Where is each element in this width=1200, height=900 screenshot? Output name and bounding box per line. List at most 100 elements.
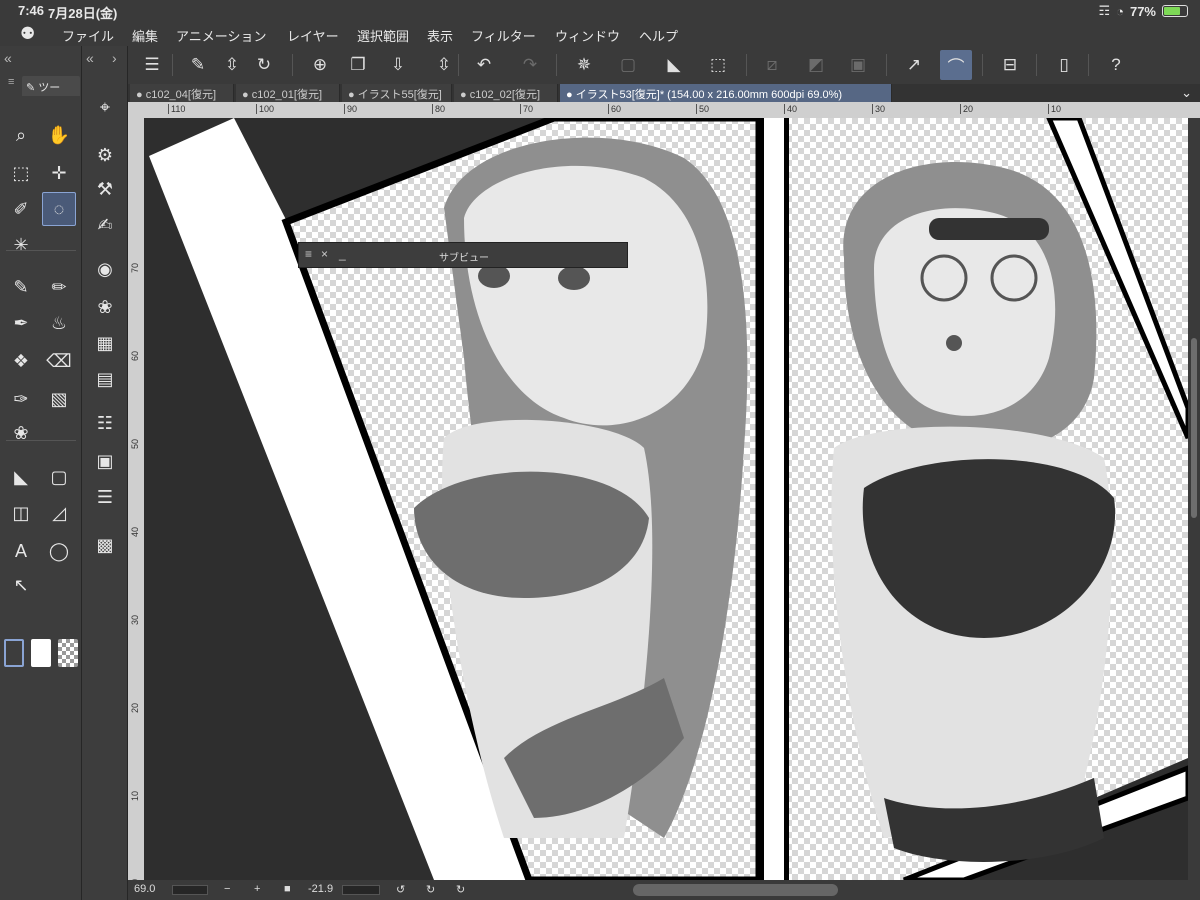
brush-size-icon[interactable]: ✍	[88, 208, 122, 242]
eraser-tool-icon[interactable]: ⌫	[42, 344, 76, 378]
undo-icon[interactable]: ↶	[468, 50, 500, 80]
airbrush-tool-icon[interactable]: ♨	[42, 306, 76, 340]
rotate-left-icon[interactable]: ↺	[396, 883, 405, 896]
figure-tool-icon[interactable]: ▢	[42, 460, 76, 494]
drawing-canvas[interactable]: ≡ × _ サブビュー	[144, 118, 1188, 880]
layer-search-icon[interactable]: ☷	[88, 406, 122, 440]
menu-selection[interactable]: 選択範囲	[357, 26, 409, 45]
hand-tool-icon[interactable]: ✋	[42, 118, 76, 152]
gradient-tool-icon[interactable]: ▧	[42, 382, 76, 416]
color-mix-icon[interactable]: ❀	[88, 290, 122, 324]
tab-document[interactable]: ● c102_01[復元]	[236, 84, 340, 102]
invert-selection-icon[interactable]: ◩	[800, 50, 832, 80]
subview-close-icon[interactable]: ×	[321, 247, 328, 261]
tool-property-icon[interactable]: ⚒	[88, 172, 122, 206]
menu-edit[interactable]: 編集	[132, 26, 158, 45]
timeline-icon[interactable]: ▤	[88, 362, 122, 396]
transform-icon[interactable]: ⬚	[702, 50, 734, 80]
fill-icon[interactable]: ◣	[658, 50, 690, 80]
color-circle-icon[interactable]: ◉	[88, 252, 122, 286]
save-updown-icon[interactable]: ⇳	[428, 50, 460, 80]
blur-tool-icon[interactable]: ❀	[4, 416, 38, 450]
auto-select-tool-icon[interactable]: ✳	[4, 228, 38, 262]
rotation-value[interactable]: -21.9	[308, 883, 333, 895]
tab-document[interactable]: ● イラスト55[復元]	[342, 84, 452, 102]
pen-tool-icon[interactable]: ✎	[4, 270, 38, 304]
quick-access-updown-icon[interactable]: ⇳	[216, 50, 248, 80]
rotate-canvas-icon[interactable]: ↻	[248, 50, 280, 80]
collapse-panel-icon[interactable]: «	[4, 50, 12, 66]
pencil-tool-icon[interactable]: ✏	[42, 270, 76, 304]
history-icon[interactable]: ▣	[88, 444, 122, 478]
app-logo-icon[interactable]: ⚉	[20, 24, 35, 44]
zoom-value[interactable]: 69.0	[134, 883, 155, 895]
menu-layer[interactable]: レイヤー	[287, 26, 339, 45]
save-icon[interactable]: ⇩	[382, 50, 414, 80]
frame-border-tool-icon[interactable]: ◫	[4, 496, 38, 530]
balloon-tool-icon[interactable]: ◯	[42, 534, 76, 568]
loading-icon[interactable]: ✵	[568, 50, 600, 80]
tab-overflow-chevron-icon[interactable]: ⌄	[1181, 85, 1192, 101]
snap-ruler-icon[interactable]: ↗	[898, 50, 930, 80]
eyedropper-tool-icon[interactable]: ✐	[4, 192, 38, 226]
collapse-panel-icon[interactable]: «	[86, 50, 94, 66]
right-character-illustration	[831, 162, 1116, 862]
reset-rotation-icon[interactable]: ↻	[456, 883, 465, 896]
fill-tool-icon[interactable]: ◣	[4, 460, 38, 494]
expand-panel-icon[interactable]: ›	[112, 50, 117, 66]
materials-icon[interactable]: ▩	[88, 528, 122, 562]
subview-menu-icon[interactable]: ≡	[305, 247, 312, 261]
redo-icon[interactable]: ↷	[514, 50, 546, 80]
fit-button[interactable]: ■	[284, 883, 291, 895]
smartphone-icon[interactable]: ▯	[1048, 50, 1080, 80]
menu-view[interactable]: 表示	[427, 26, 453, 45]
tab-document[interactable]: ● c102_02[復元]	[454, 84, 558, 102]
quick-access-icon[interactable]: ✎	[182, 50, 214, 80]
snap-grid-icon[interactable]: ⊟	[994, 50, 1026, 80]
move-tool-icon[interactable]: ✛	[42, 156, 76, 190]
layers-icon[interactable]: ☰	[88, 480, 122, 514]
blend-tool-icon[interactable]: ✑	[4, 382, 38, 416]
zoom-in-button[interactable]: +	[254, 883, 260, 895]
snap-special-ruler-icon[interactable]: ⌒	[940, 50, 972, 80]
material-icon[interactable]: ▦	[88, 326, 122, 360]
navigator-icon[interactable]: ⌖	[88, 90, 122, 124]
decoration-tool-icon[interactable]: ❖	[4, 344, 38, 378]
tab-document[interactable]: ● c102_04[復元]	[130, 84, 234, 102]
clear-selection-icon[interactable]: ▢	[612, 50, 644, 80]
menu-filter[interactable]: フィルター	[471, 26, 536, 45]
main-color-swatch[interactable]	[4, 639, 24, 667]
lasso-tool-icon[interactable]: ◌	[42, 192, 76, 226]
help-icon[interactable]: ?	[1100, 50, 1132, 80]
deselect-icon[interactable]: ⧄	[756, 50, 788, 80]
transparent-color-swatch[interactable]	[58, 639, 78, 667]
show-selection-icon[interactable]: ▣	[842, 50, 874, 80]
menu-help[interactable]: ヘルプ	[639, 26, 678, 45]
menu-file[interactable]: ファイル	[62, 26, 114, 45]
menu-window[interactable]: ウィンドウ	[555, 26, 620, 45]
new-file-icon[interactable]: ⊕	[304, 50, 336, 80]
tab-tool[interactable]: ✎ ツー	[22, 76, 80, 96]
subview-minimize-icon[interactable]: _	[339, 247, 346, 261]
vertical-scrollbar[interactable]	[1188, 118, 1200, 880]
rotate-right-icon[interactable]: ↻	[426, 883, 435, 896]
tab-document-active[interactable]: ● イラスト53[復元]* (154.00 x 216.00mm 600dpi …	[560, 84, 892, 102]
rotation-slider[interactable]	[342, 885, 380, 895]
text-tool-icon[interactable]: A	[4, 534, 38, 568]
panel-menu-icon[interactable]: ≡	[8, 76, 14, 88]
object-tool-icon[interactable]: ⬚	[4, 156, 38, 190]
menu-animation[interactable]: アニメーション	[176, 26, 266, 45]
ruler-tool-icon[interactable]: ◿	[42, 496, 76, 530]
layer-property-icon[interactable]: ⚙	[88, 138, 122, 172]
menu-icon[interactable]: ☰	[136, 50, 168, 80]
correct-line-tool-icon[interactable]: ↖	[4, 568, 38, 602]
zoom-tool-icon[interactable]: ⌕	[4, 118, 38, 152]
brush-tool-icon[interactable]: ✒	[4, 306, 38, 340]
zoom-out-button[interactable]: −	[224, 883, 230, 895]
subview-window[interactable]: ≡ × _ サブビュー	[298, 242, 628, 268]
open-file-icon[interactable]: ❐	[342, 50, 374, 80]
horizontal-scroll-thumb[interactable]	[633, 884, 838, 896]
zoom-slider[interactable]	[172, 885, 208, 895]
sub-color-swatch[interactable]	[31, 639, 51, 667]
vertical-scroll-thumb[interactable]	[1191, 338, 1197, 518]
